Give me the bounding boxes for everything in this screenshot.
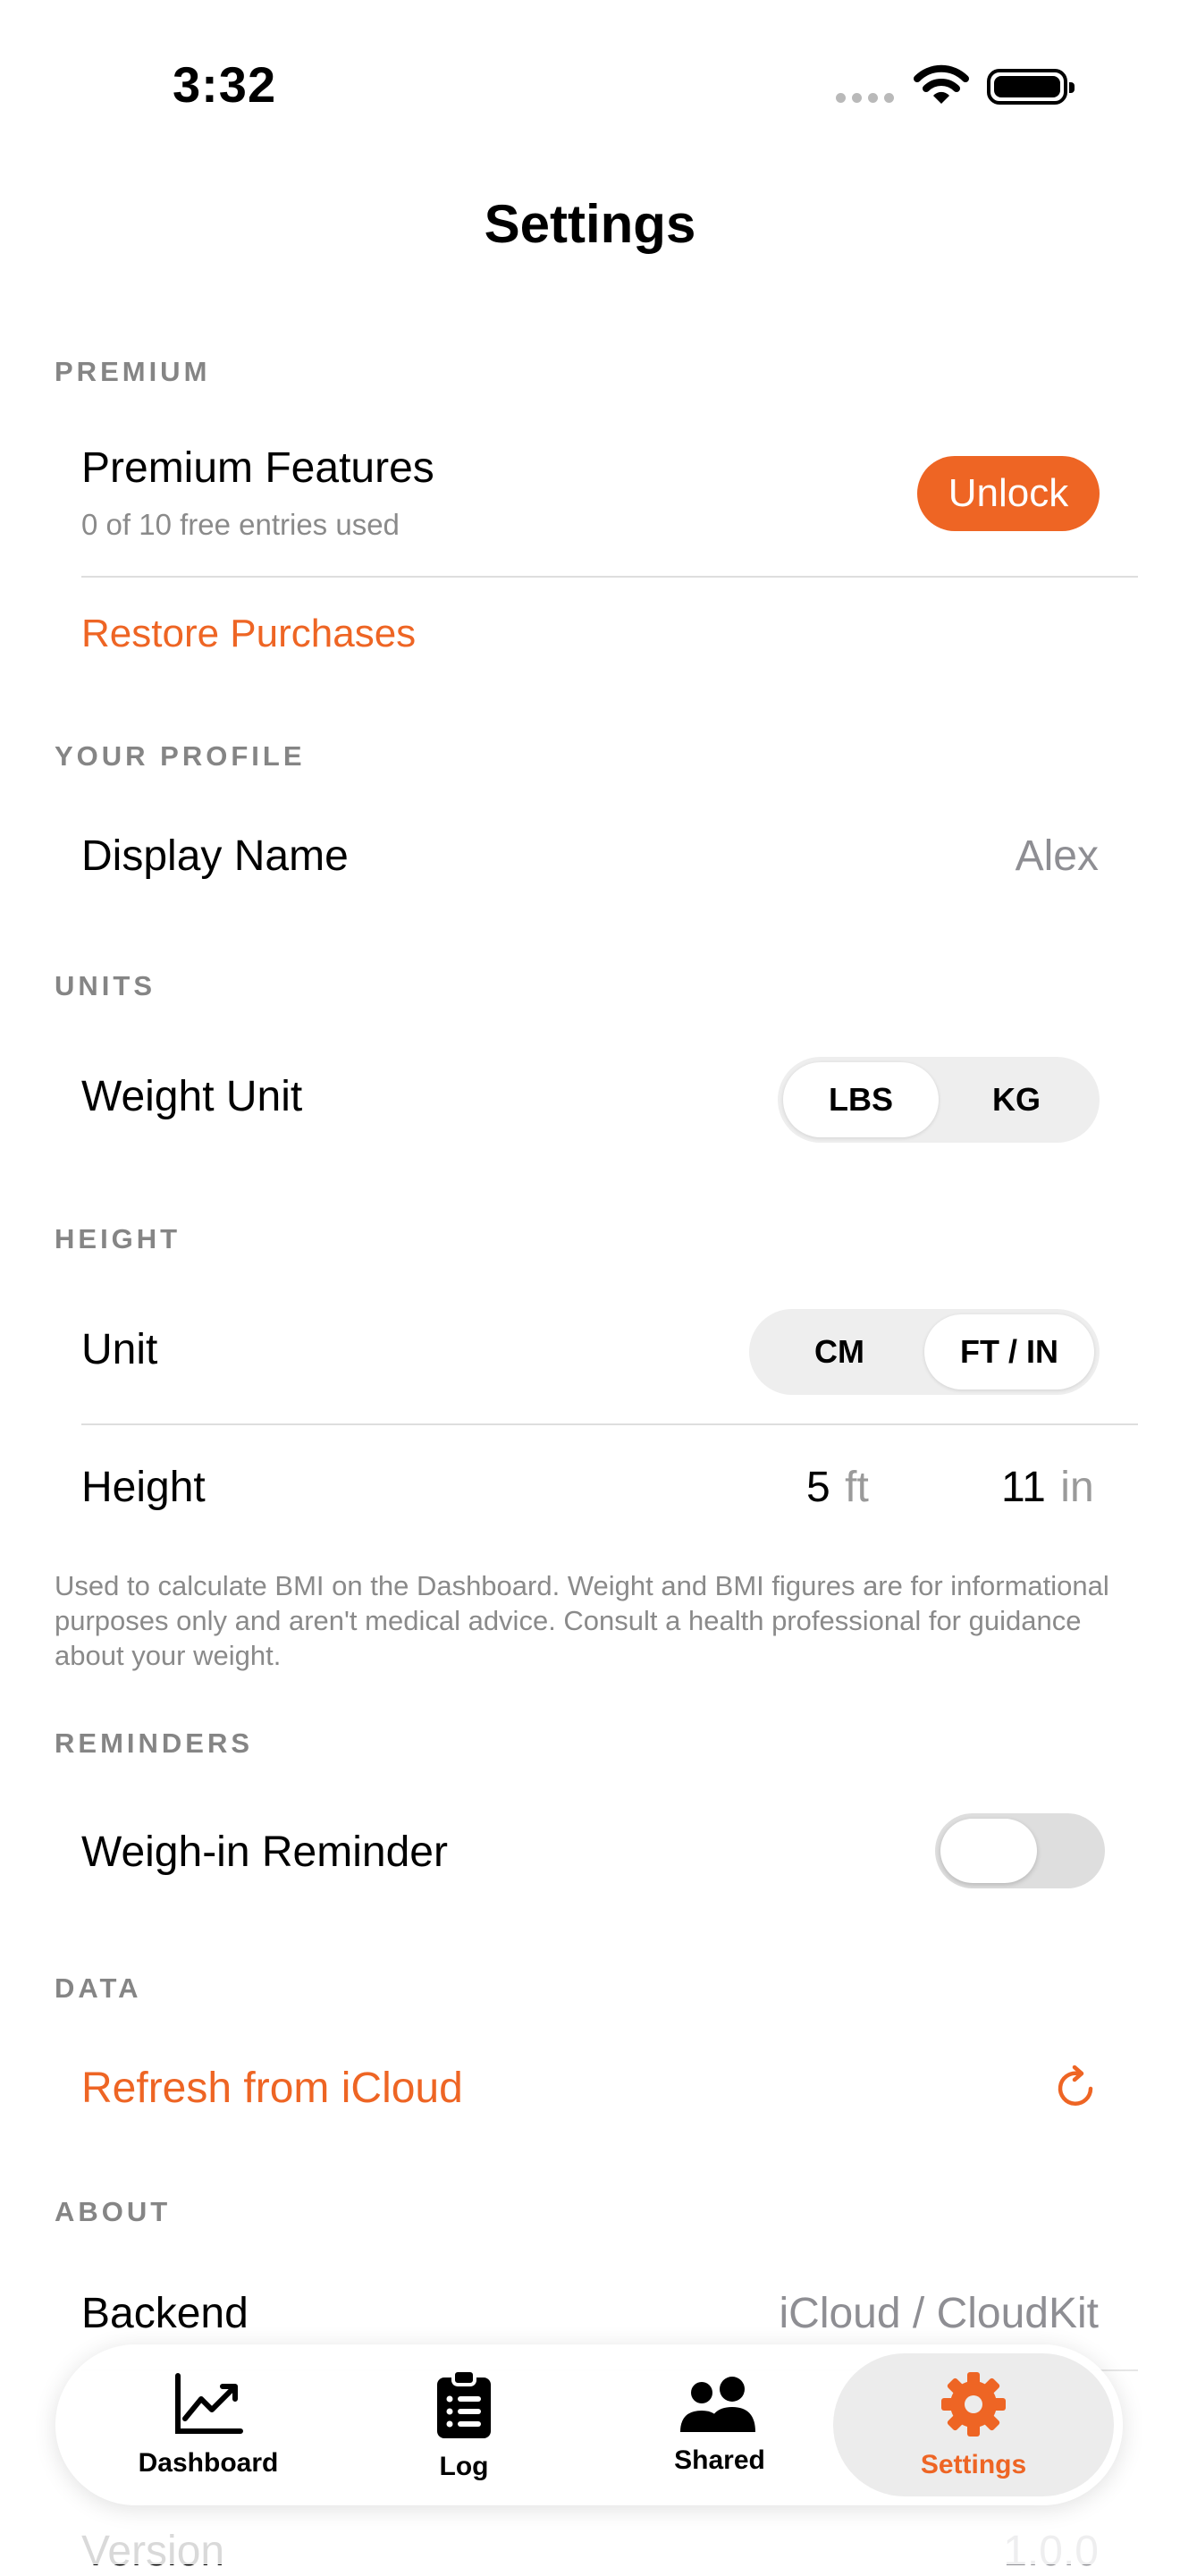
tab-dashboard[interactable]: Dashboard: [80, 2344, 336, 2505]
tab-shared[interactable]: Shared: [592, 2344, 847, 2505]
section-header-premium: PREMIUM: [55, 356, 211, 387]
height-inches-value: 11: [1001, 1464, 1046, 1511]
tab-log[interactable]: Log: [336, 2344, 592, 2505]
tab-settings-label: Settings: [920, 2449, 1027, 2479]
section-header-units: UNITS: [55, 970, 156, 1001]
section-header-data: DATA: [55, 1972, 142, 2004]
battery-icon: [987, 69, 1075, 105]
gear-icon: [940, 2370, 1007, 2443]
cellular-signal-icon: [836, 93, 894, 103]
weigh-in-reminder-label: Weigh-in Reminder: [81, 1829, 448, 1876]
unlock-button[interactable]: Unlock: [917, 456, 1100, 531]
tab-shared-label: Shared: [674, 2445, 765, 2475]
separator: [81, 1423, 1138, 1425]
tab-log-label: Log: [439, 2451, 489, 2481]
restore-purchases-button[interactable]: Restore Purchases: [81, 612, 416, 656]
height-unit-segmented-control[interactable]: CM FT / IN: [749, 1309, 1100, 1395]
tab-bar: Dashboard Log Shared Settings: [55, 2344, 1123, 2505]
separator: [81, 576, 1138, 578]
people-icon: [675, 2375, 764, 2438]
height-footnote: Used to calculate BMI on the Dashboard. …: [55, 1570, 1109, 1671]
premium-features-label: Premium Features: [81, 444, 434, 492]
wifi-icon: [914, 64, 969, 110]
height-unit-label: Unit: [81, 1326, 158, 1373]
weight-unit-segmented-control[interactable]: LBS KG: [778, 1057, 1100, 1143]
backend-label: Backend: [81, 2290, 249, 2337]
height-inches-unit: in: [1060, 1464, 1094, 1511]
chart-line-icon: [173, 2372, 244, 2441]
tab-settings[interactable]: Settings: [833, 2353, 1114, 2496]
weight-unit-label: Weight Unit: [81, 1073, 303, 1120]
section-header-profile: YOUR PROFILE: [55, 740, 306, 772]
height-feet-unit: ft: [845, 1464, 869, 1511]
height-inches-field[interactable]: 11 in: [1001, 1463, 1101, 1512]
weight-unit-option-lbs[interactable]: LBS: [783, 1062, 939, 1137]
backend-value: iCloud / CloudKit: [779, 2290, 1099, 2337]
display-name-field[interactable]: Alex: [1016, 832, 1099, 881]
page-title: Settings: [484, 194, 696, 254]
status-time: 3:32: [173, 56, 277, 113]
refresh-icon[interactable]: [1051, 2062, 1101, 2116]
section-header-about: ABOUT: [55, 2196, 172, 2227]
weigh-in-reminder-toggle[interactable]: [935, 1813, 1105, 1888]
height-feet-value: 5: [806, 1464, 830, 1511]
clipboard-list-icon: [435, 2368, 493, 2445]
tab-dashboard-label: Dashboard: [138, 2447, 279, 2478]
height-feet-field[interactable]: 5 ft: [806, 1463, 905, 1512]
height-label: Height: [81, 1464, 206, 1511]
premium-features-subtitle: 0 of 10 free entries used: [81, 508, 400, 541]
height-unit-option-ftin[interactable]: FT / IN: [924, 1314, 1094, 1389]
weight-unit-option-kg[interactable]: KG: [939, 1062, 1094, 1137]
display-name-label: Display Name: [81, 832, 349, 880]
section-header-height: HEIGHT: [55, 1223, 181, 1254]
height-unit-option-cm[interactable]: CM: [754, 1314, 924, 1389]
section-header-reminders: REMINDERS: [55, 1727, 254, 1759]
refresh-from-icloud-button[interactable]: Refresh from iCloud: [81, 2064, 463, 2113]
